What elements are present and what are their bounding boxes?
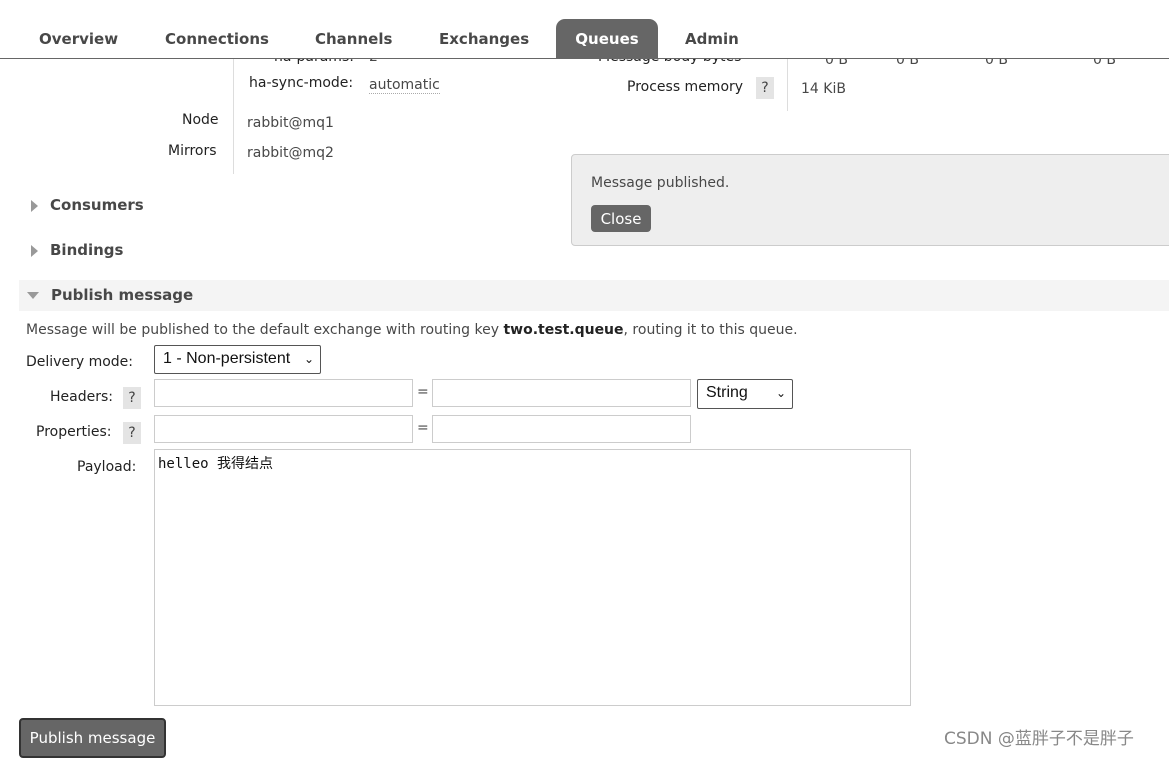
chevron-down-icon: ⌄ <box>775 386 786 400</box>
node-label: Node <box>182 112 219 128</box>
close-button[interactable]: Close <box>591 205 651 232</box>
bindings-section-toggle[interactable]: Bindings <box>19 241 123 259</box>
routing-key: two.test.queue <box>503 322 624 338</box>
equals-sign: = <box>417 384 429 400</box>
publish-message-button[interactable]: Publish message <box>19 718 166 758</box>
mirrors-value: rabbit@mq2 <box>247 145 334 161</box>
properties-label: Properties: <box>36 424 112 440</box>
watermark: CSDN @蓝胖子不是胖子 <box>944 729 1134 749</box>
publish-info: Message will be published to the default… <box>26 322 798 338</box>
tab-overview[interactable]: Overview <box>20 19 137 59</box>
top-nav: Overview Connections Channels Exchanges … <box>0 0 1169 59</box>
ha-sync-mode-value: automatic <box>369 77 440 94</box>
node-value: rabbit@mq1 <box>247 115 334 131</box>
popup-message: Message published. <box>591 175 730 191</box>
property-value-input[interactable] <box>432 415 691 443</box>
publish-section-toggle[interactable]: Publish message <box>19 280 1169 311</box>
caret-down-icon <box>27 292 39 299</box>
divider <box>787 59 788 111</box>
property-key-input[interactable] <box>154 415 413 443</box>
header-key-input[interactable] <box>154 379 413 407</box>
section-title: Consumers <box>50 196 144 214</box>
caret-right-icon <box>31 199 38 212</box>
process-memory-label: Process memory <box>627 79 744 95</box>
selected-value: 1 - Non-persistent <box>163 350 291 367</box>
process-memory-value: 14 KiB <box>801 81 846 97</box>
equals-sign: = <box>417 420 429 436</box>
help-icon[interactable]: ? <box>756 77 774 99</box>
delivery-mode-select[interactable]: 1 - Non-persistent ⌄ <box>154 345 321 374</box>
section-title: Bindings <box>50 241 124 259</box>
divider <box>233 59 234 174</box>
tab-admin[interactable]: Admin <box>666 19 758 59</box>
section-title: Publish message <box>51 286 194 304</box>
delivery-mode-label: Delivery mode: <box>26 354 133 370</box>
help-icon[interactable]: ? <box>123 422 141 444</box>
tab-channels[interactable]: Channels <box>296 19 411 59</box>
selected-value: String <box>706 384 748 401</box>
header-value-input[interactable] <box>432 379 691 407</box>
headers-label: Headers: <box>50 389 113 405</box>
header-type-select[interactable]: String ⌄ <box>697 379 793 409</box>
payload-textarea[interactable]: helleo 我得结点 <box>154 449 911 706</box>
mirrors-label: Mirrors <box>168 143 217 159</box>
payload-label: Payload: <box>77 459 137 475</box>
notification-popup: Message published. Close <box>571 154 1169 246</box>
info-text: , routing it to this queue. <box>623 322 798 338</box>
info-text: Message will be published to the default… <box>26 322 504 338</box>
consumers-section-toggle[interactable]: Consumers <box>19 196 144 214</box>
chevron-down-icon: ⌄ <box>303 352 314 366</box>
help-icon[interactable]: ? <box>123 387 141 409</box>
tab-connections[interactable]: Connections <box>146 19 288 59</box>
caret-right-icon <box>31 244 38 257</box>
tab-exchanges[interactable]: Exchanges <box>420 19 548 59</box>
tab-queues[interactable]: Queues <box>556 19 658 59</box>
ha-sync-mode-label: ha-sync-mode: <box>249 75 354 91</box>
